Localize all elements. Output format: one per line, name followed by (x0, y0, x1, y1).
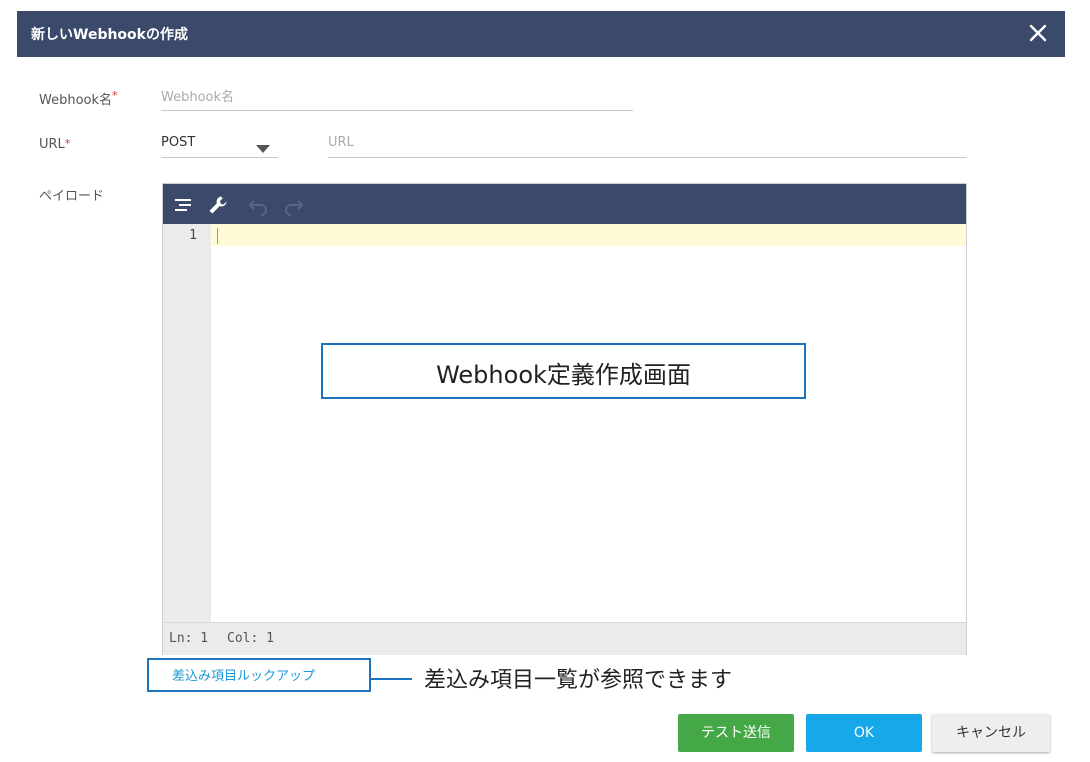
editor-status-bar: Ln: 1 Col: 1 (163, 622, 966, 655)
required-mark: * (112, 89, 118, 102)
wrench-icon[interactable] (207, 194, 229, 216)
required-mark: * (64, 137, 71, 150)
status-line: Ln: 1 (169, 631, 209, 646)
callout-connector (370, 678, 412, 680)
ok-button[interactable]: OK (806, 714, 922, 752)
active-line-highlight (211, 224, 966, 246)
chevron-down-icon[interactable] (256, 145, 270, 153)
url-input[interactable]: URL (328, 135, 967, 158)
undo-icon[interactable] (247, 194, 269, 216)
status-column: Col: 1 (227, 631, 274, 646)
field-lookup-link[interactable]: 差込み項目ルックアップ (172, 665, 315, 684)
annotation-caption: Webhook定義作成画面 (436, 361, 691, 389)
webhook-name-label-text: Webhook名 (39, 93, 113, 108)
editor-toolbar (163, 184, 966, 224)
editor-gutter (163, 224, 211, 622)
annotation-box: Webhook定義作成画面 (321, 343, 806, 399)
line-number: 1 (189, 228, 197, 243)
webhook-name-input[interactable]: Webhook名 (161, 86, 633, 111)
dialog-title-bar: 新しいWebhookの作成 (17, 11, 1065, 57)
text-cursor (217, 228, 218, 244)
url-placeholder: URL (328, 135, 354, 150)
close-icon[interactable] (1025, 20, 1051, 46)
url-label: URL* (39, 137, 70, 152)
dialog-title: 新しいWebhookの作成 (31, 27, 188, 43)
http-method-value: POST (161, 135, 196, 150)
format-icon[interactable] (172, 194, 194, 216)
redo-icon[interactable] (283, 194, 305, 216)
payload-editor[interactable]: 1 Ln: 1 Col: 1 (162, 183, 967, 655)
url-label-text: URL (39, 137, 65, 152)
webhook-name-placeholder: Webhook名 (161, 90, 235, 105)
lookup-callout-text: 差込み項目一覧が参照できます (424, 668, 733, 693)
webhook-name-label: Webhook名* (39, 89, 118, 108)
test-send-button[interactable]: テスト送信 (678, 714, 794, 752)
lookup-highlight-box: 差込み項目ルックアップ (147, 658, 371, 692)
payload-label: ペイロード (39, 189, 105, 204)
cancel-button[interactable]: キャンセル (932, 714, 1050, 752)
